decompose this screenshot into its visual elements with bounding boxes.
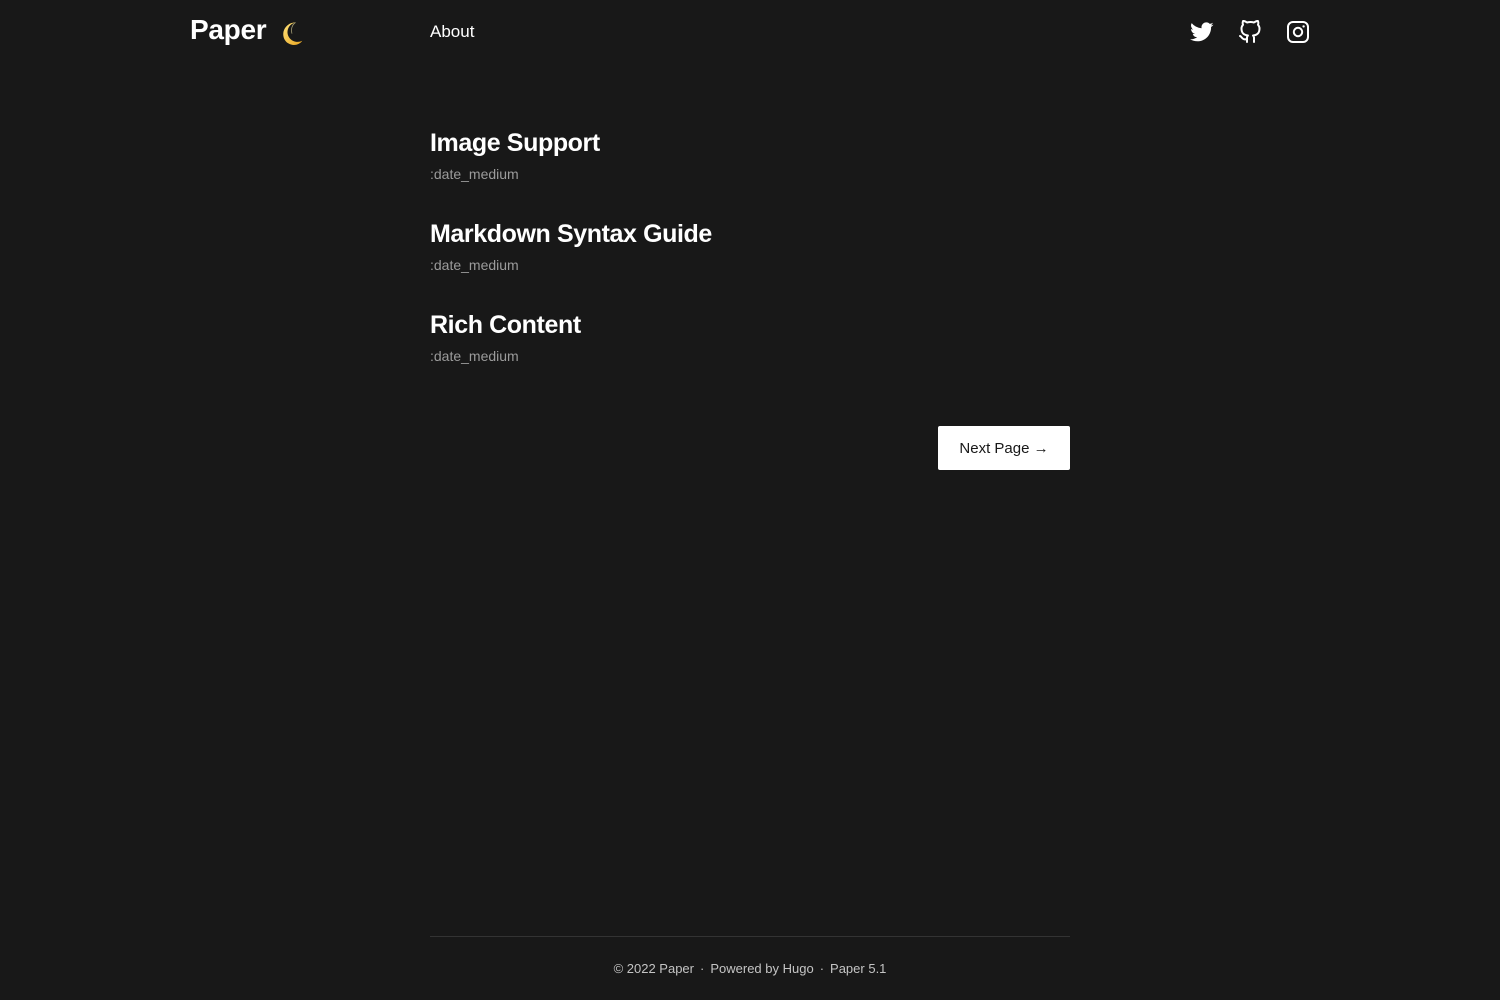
post-title-link[interactable]: Image Support xyxy=(430,128,600,158)
footer-separator: · xyxy=(700,961,705,976)
github-icon[interactable] xyxy=(1238,20,1262,44)
post-date: :date_medium xyxy=(430,166,519,182)
footer-powered-by-link[interactable]: Powered by Hugo xyxy=(710,961,813,976)
instagram-icon[interactable] xyxy=(1286,20,1310,44)
footer-copyright: © 2022 Paper xyxy=(613,961,694,976)
site-header: Paper About xyxy=(0,0,1500,64)
site-footer: © 2022 Paper · Powered by Hugo · Paper 5.1 xyxy=(430,960,1070,978)
post-date: :date_medium xyxy=(430,257,519,273)
post-title-link[interactable]: Rich Content xyxy=(430,310,581,340)
twitter-icon[interactable] xyxy=(1190,20,1214,44)
moon-icon[interactable] xyxy=(278,19,306,47)
post-entry: Image Support :date_medium xyxy=(430,128,1070,183)
post-date: :date_medium xyxy=(430,348,519,364)
site-logo[interactable]: Paper xyxy=(190,14,267,46)
post-entry: Markdown Syntax Guide :date_medium xyxy=(430,219,1070,274)
footer-theme-link[interactable]: Paper 5.1 xyxy=(830,961,886,976)
nav-link-about[interactable]: About xyxy=(430,22,474,42)
post-entry: Rich Content :date_medium xyxy=(430,310,1070,365)
next-page-button[interactable]: Next Page → xyxy=(938,426,1070,470)
footer-divider xyxy=(430,936,1070,937)
post-title-link[interactable]: Markdown Syntax Guide xyxy=(430,219,712,249)
footer-separator: · xyxy=(819,961,825,976)
